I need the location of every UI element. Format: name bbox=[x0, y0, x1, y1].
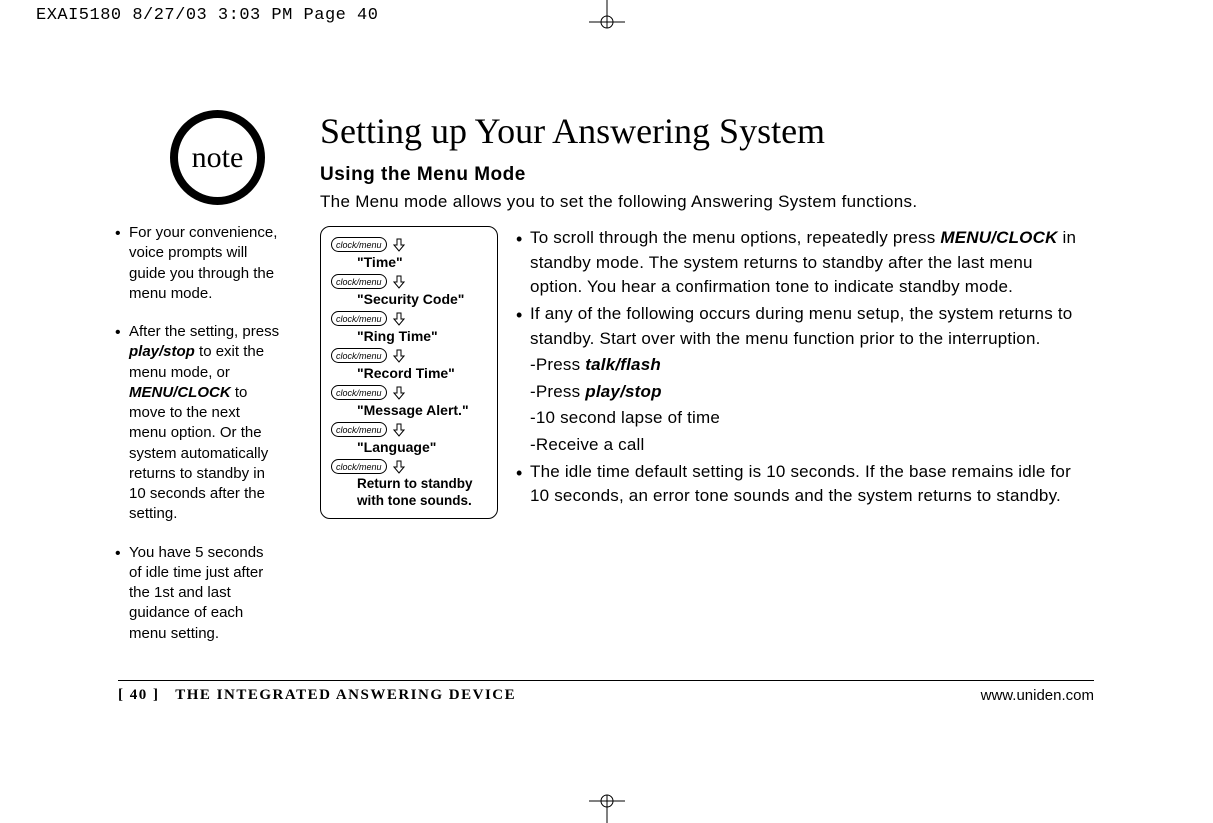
intro-text: The Menu mode allows you to set the foll… bbox=[320, 192, 1090, 212]
clock-menu-button-icon: clock/menu bbox=[331, 385, 387, 400]
instruction-dash-1: -Press talk/flash bbox=[516, 353, 1090, 378]
clock-menu-button-icon: clock/menu bbox=[331, 311, 387, 326]
down-arrow-icon bbox=[393, 423, 405, 437]
instruction-dash-2: -Press play/stop bbox=[516, 380, 1090, 405]
clock-menu-button-icon: clock/menu bbox=[331, 459, 387, 474]
down-arrow-icon bbox=[393, 349, 405, 363]
down-arrow-icon bbox=[393, 386, 405, 400]
clock-menu-button-icon: clock/menu bbox=[331, 274, 387, 289]
down-arrow-icon bbox=[393, 275, 405, 289]
instruction-text: To scroll through the menu options, repe… bbox=[516, 226, 1090, 511]
crop-mark-top bbox=[577, 0, 637, 30]
menu-item-security-code: "Security Code" bbox=[357, 291, 489, 307]
instruction-bullet-2: If any of the following occurs during me… bbox=[516, 302, 1090, 351]
menu-item-record-time: "Record Time" bbox=[357, 365, 489, 381]
menu-item-language: "Language" bbox=[357, 439, 489, 455]
down-arrow-icon bbox=[393, 312, 405, 326]
clock-menu-button-icon: clock/menu bbox=[331, 237, 387, 252]
note-icon: note bbox=[170, 110, 265, 205]
instruction-bullet-3: The idle time default setting is 10 seco… bbox=[516, 460, 1090, 509]
print-slug: EXAI5180 8/27/03 3:03 PM Page 40 bbox=[36, 6, 378, 25]
side-notes: For your convenience, voice prompts will… bbox=[115, 223, 280, 644]
clock-menu-button-icon: clock/menu bbox=[331, 422, 387, 437]
section-heading: Using the Menu Mode bbox=[320, 164, 1090, 186]
down-arrow-icon bbox=[393, 238, 405, 252]
clock-menu-button-icon: clock/menu bbox=[331, 348, 387, 363]
instruction-dash-4: -Receive a call bbox=[516, 433, 1090, 458]
crop-mark-bottom bbox=[577, 793, 637, 823]
page-title: Setting up Your Answering System bbox=[320, 110, 1090, 152]
instruction-dash-3: -10 second lapse of time bbox=[516, 406, 1090, 431]
page-number: [ 40 ] bbox=[118, 687, 160, 703]
page-footer: [ 40 ] THE INTEGRATED ANSWERING DEVICE w… bbox=[118, 680, 1094, 704]
footer-url: www.uniden.com bbox=[981, 687, 1094, 704]
section-name: THE INTEGRATED ANSWERING DEVICE bbox=[175, 687, 516, 703]
menu-return-text: Return to standby with tone sounds. bbox=[357, 476, 489, 510]
side-note-3: You have 5 seconds of idle time just aft… bbox=[115, 543, 280, 644]
instruction-bullet-1: To scroll through the menu options, repe… bbox=[516, 226, 1090, 300]
menu-item-time: "Time" bbox=[357, 254, 489, 270]
menu-item-ring-time: "Ring Time" bbox=[357, 328, 489, 344]
side-note-1: For your convenience, voice prompts will… bbox=[115, 223, 280, 304]
menu-flow-diagram: clock/menu "Time" clock/menu "Security C… bbox=[320, 226, 498, 519]
side-note-2: After the setting, press play/stop to ex… bbox=[115, 322, 280, 525]
menu-item-message-alert: "Message Alert." bbox=[357, 402, 489, 418]
down-arrow-icon bbox=[393, 460, 405, 474]
